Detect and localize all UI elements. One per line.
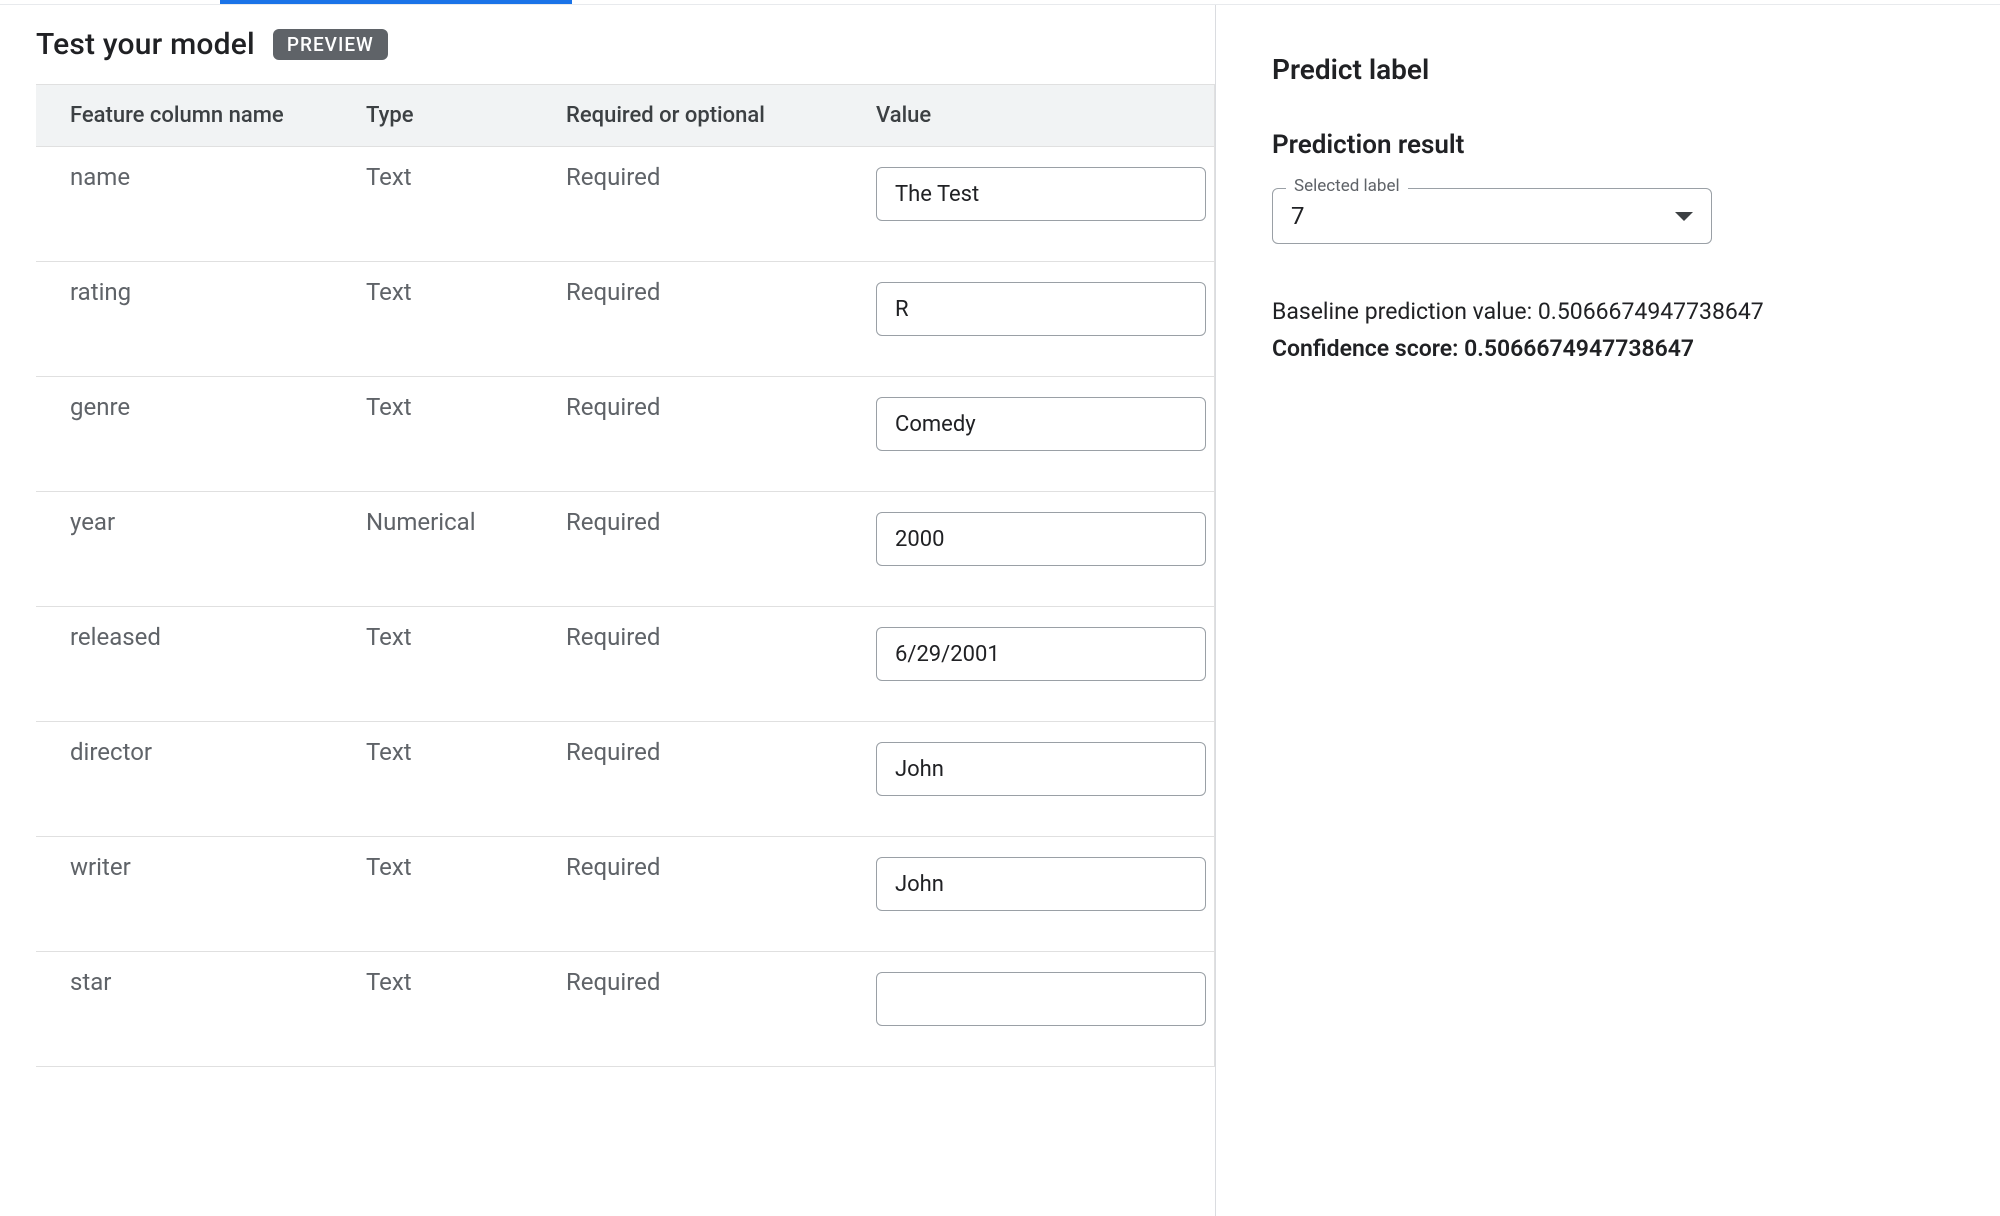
feature-type: Numerical: [366, 508, 566, 566]
feature-type: Text: [366, 278, 566, 336]
feature-required: Required: [566, 278, 876, 336]
selected-label-dropdown[interactable]: 7: [1272, 188, 1712, 244]
feature-required: Required: [566, 508, 876, 566]
feature-value-input[interactable]: [876, 627, 1206, 681]
features-table: Feature column name Type Required or opt…: [36, 84, 1215, 1067]
feature-type: Text: [366, 623, 566, 681]
table-row: ratingTextRequired: [36, 262, 1214, 377]
feature-value-input[interactable]: [876, 397, 1206, 451]
page-title: Test your model: [36, 27, 255, 62]
feature-type: Text: [366, 393, 566, 451]
feature-type: Text: [366, 968, 566, 1026]
col-header-required: Required or optional: [566, 103, 876, 128]
table-row: writerTextRequired: [36, 837, 1214, 952]
baseline-prediction-line: Baseline prediction value: 0.50666749477…: [1272, 298, 2000, 325]
feature-type: Text: [366, 163, 566, 221]
confidence-label: Confidence score:: [1272, 335, 1464, 362]
prediction-result-heading: Prediction result: [1272, 130, 2000, 160]
feature-name: writer: [36, 853, 366, 911]
feature-required: Required: [566, 623, 876, 681]
baseline-value: 0.5066674947738647: [1538, 298, 1764, 325]
col-header-name: Feature column name: [36, 103, 366, 128]
feature-required: Required: [566, 393, 876, 451]
feature-required: Required: [566, 968, 876, 1026]
feature-value-input[interactable]: [876, 742, 1206, 796]
selected-label-caption: Selected label: [1286, 176, 1408, 196]
predict-label-heading: Predict label: [1272, 53, 2000, 86]
feature-value-input[interactable]: [876, 167, 1206, 221]
feature-value-input[interactable]: [876, 857, 1206, 911]
feature-name: genre: [36, 393, 366, 451]
table-row: starTextRequired: [36, 952, 1214, 1067]
feature-name: director: [36, 738, 366, 796]
feature-name: rating: [36, 278, 366, 336]
table-row: genreTextRequired: [36, 377, 1214, 492]
baseline-label: Baseline prediction value:: [1272, 298, 1538, 325]
feature-name: star: [36, 968, 366, 1026]
table-row: yearNumericalRequired: [36, 492, 1214, 607]
table-row: nameTextRequired: [36, 147, 1214, 262]
feature-name: name: [36, 163, 366, 221]
feature-required: Required: [566, 853, 876, 911]
feature-value-input[interactable]: [876, 282, 1206, 336]
feature-name: released: [36, 623, 366, 681]
feature-value-input[interactable]: [876, 972, 1206, 1026]
feature-type: Text: [366, 853, 566, 911]
feature-type: Text: [366, 738, 566, 796]
col-header-type: Type: [366, 103, 566, 128]
preview-badge: PREVIEW: [273, 29, 388, 60]
col-header-value: Value: [876, 103, 1214, 128]
confidence-score-line: Confidence score: 0.5066674947738647: [1272, 335, 2000, 362]
selected-label-value: 7: [1291, 202, 1305, 230]
table-row: releasedTextRequired: [36, 607, 1214, 722]
prediction-panel: Predict label Prediction result Selected…: [1216, 5, 2000, 1216]
feature-input-panel: Test your model PREVIEW Feature column n…: [0, 5, 1216, 1216]
feature-required: Required: [566, 163, 876, 221]
confidence-value: 0.5066674947738647: [1464, 335, 1694, 362]
table-header-row: Feature column name Type Required or opt…: [36, 85, 1214, 147]
feature-value-input[interactable]: [876, 512, 1206, 566]
chevron-down-icon: [1675, 212, 1693, 221]
feature-required: Required: [566, 738, 876, 796]
feature-name: year: [36, 508, 366, 566]
table-row: directorTextRequired: [36, 722, 1214, 837]
